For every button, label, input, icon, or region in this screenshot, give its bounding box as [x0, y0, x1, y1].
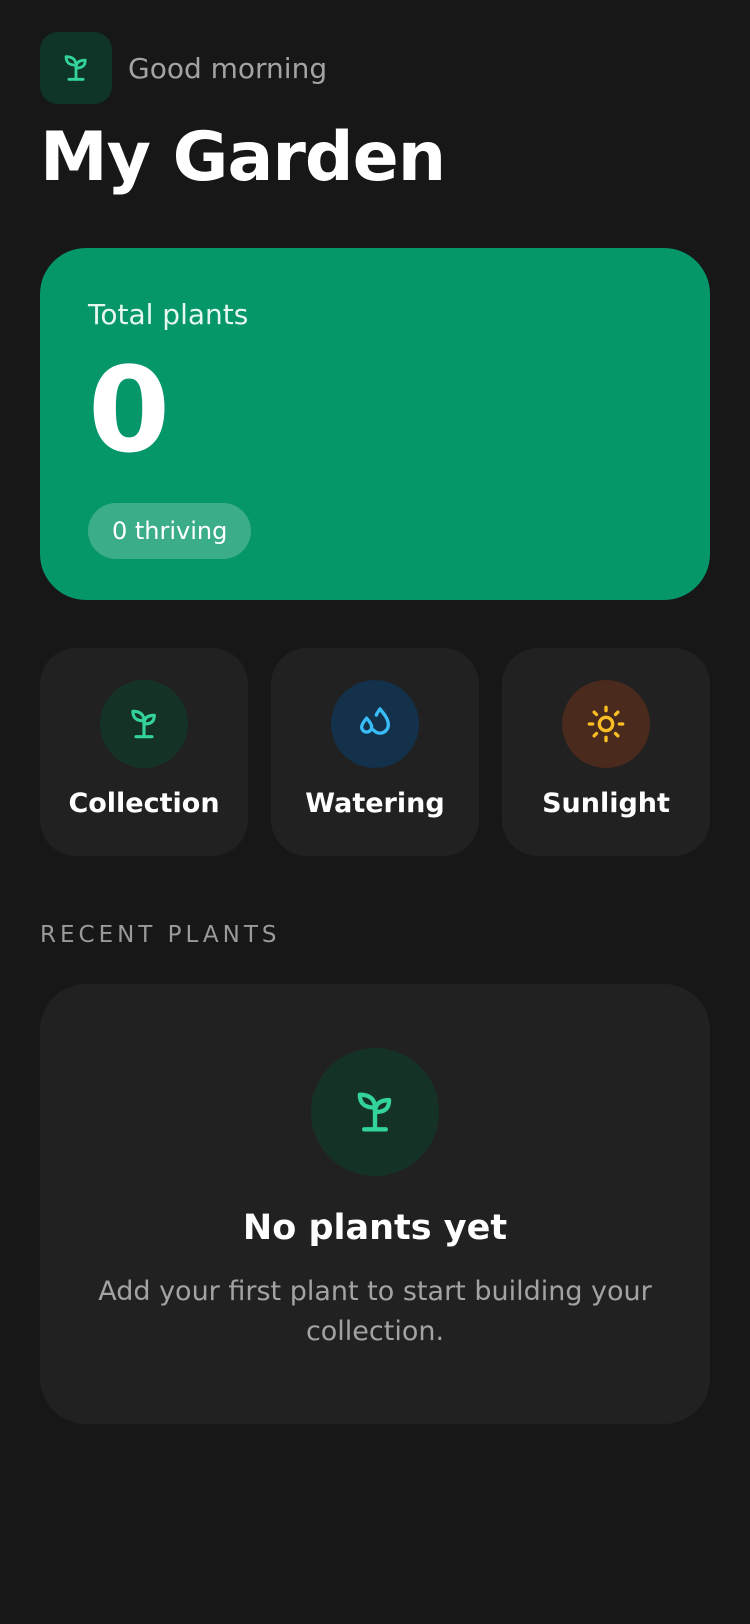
seedling-icon	[357, 1092, 392, 1132]
sunlight-tile[interactable]: Sunlight	[502, 648, 710, 856]
watering-icon-circle	[331, 680, 419, 768]
quick-actions: Collection Watering Sunlight	[40, 648, 710, 856]
seedling-icon	[131, 709, 156, 739]
watering-tile[interactable]: Watering	[271, 648, 479, 856]
sun-icon	[587, 705, 625, 743]
total-plants-card[interactable]: Total plants 0 0 thriving	[40, 248, 710, 600]
sunlight-icon-circle	[562, 680, 650, 768]
app-logo	[40, 32, 112, 104]
total-plants-label: Total plants	[88, 298, 249, 331]
page-title: My Garden	[40, 118, 446, 197]
recent-plants-heading: RECENT PLANTS	[40, 922, 281, 948]
thriving-badge: 0 thriving	[88, 503, 252, 559]
greeting-row: Good morning	[40, 32, 327, 104]
collection-icon-circle	[100, 680, 188, 768]
empty-state-description: Add your first plant to start building y…	[98, 1276, 652, 1347]
collection-label: Collection	[68, 788, 220, 819]
home-screen: Good morning My Garden Total plants 0 0 …	[0, 0, 750, 1624]
seedling-icon	[64, 55, 87, 81]
greeting-text: Good morning	[128, 51, 328, 85]
sunlight-label: Sunlight	[542, 788, 670, 819]
droplets-icon	[360, 707, 390, 735]
collection-tile[interactable]: Collection	[40, 648, 248, 856]
empty-state-title: No plants yet	[242, 1208, 508, 1248]
watering-label: Watering	[305, 788, 445, 819]
total-plants-count: 0	[88, 341, 171, 479]
empty-state-card: No plants yet Add your first plant to st…	[40, 984, 710, 1424]
empty-state-icon-circle	[311, 1048, 439, 1176]
